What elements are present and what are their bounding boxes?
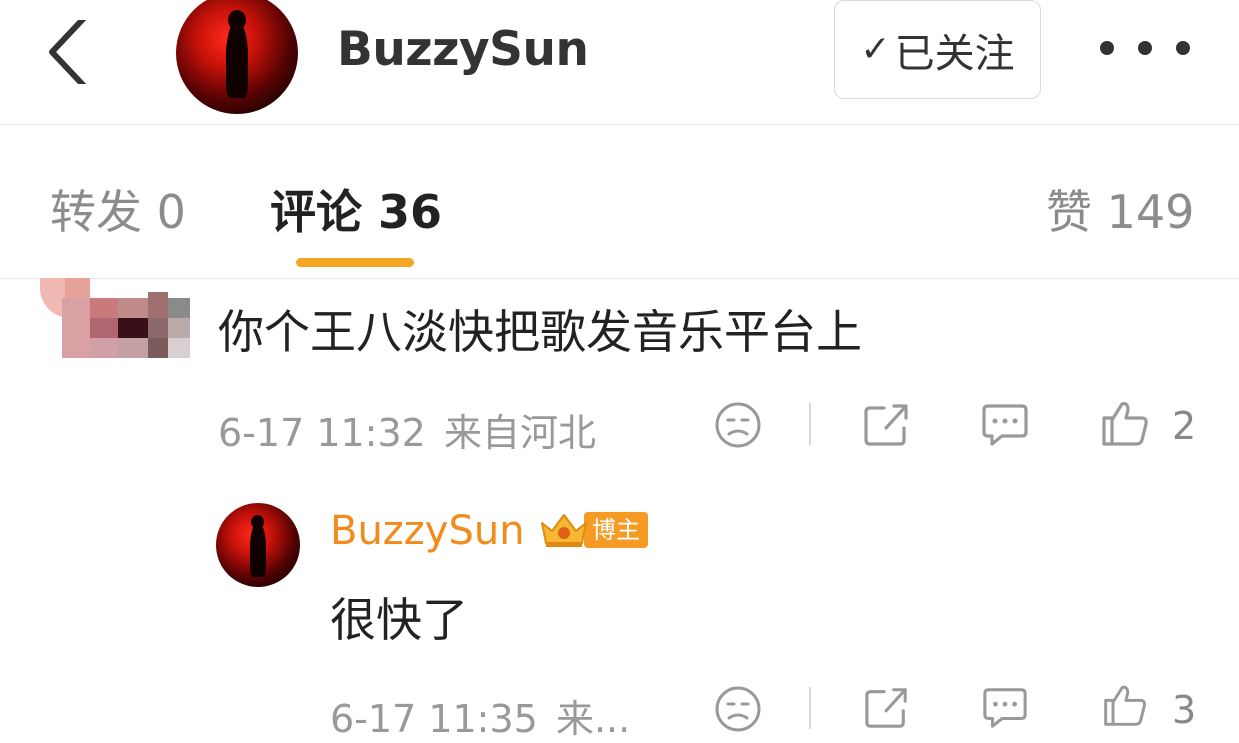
tab-reposts[interactable]: 转发 0 — [50, 176, 186, 242]
follow-label: 已关注 — [894, 30, 1015, 77]
tab-likes[interactable]: 赞 149 — [1046, 176, 1194, 242]
tab-comments[interactable]: 评论 36 — [270, 176, 442, 242]
reply-meta: 6-17 11:35 来... — [330, 688, 630, 743]
more-options-button[interactable] — [1100, 28, 1190, 68]
dislike-face-icon[interactable] — [713, 400, 763, 450]
comment-time: 6-17 11:32 — [218, 411, 426, 455]
comment-bubble-icon[interactable] — [980, 684, 1030, 730]
reply-time: 6-17 11:35 — [330, 697, 538, 741]
reply-author[interactable]: BuzzySun — [330, 508, 525, 554]
back-button[interactable] — [40, 15, 100, 89]
divider — [809, 687, 811, 729]
tab-bar: 转发 0 评论 36 赞 149 — [0, 126, 1239, 279]
dot-icon — [1100, 41, 1114, 55]
blogger-badge: 博主 — [538, 511, 648, 549]
comment-meta: 6-17 11:32 来自河北 — [218, 402, 596, 457]
comment-text: 你个王八淡快把歌发音乐平台上 — [218, 305, 862, 359]
follow-button[interactable]: ✓ 已关注 — [834, 0, 1041, 99]
share-icon[interactable] — [862, 684, 912, 730]
like-count: 2 — [1172, 404, 1197, 448]
divider — [809, 403, 811, 445]
share-icon[interactable] — [862, 400, 912, 448]
checkmark-icon: ✓ — [860, 29, 891, 70]
crown-icon — [541, 514, 587, 547]
reply-location: 来... — [555, 697, 631, 741]
dislike-face-icon[interactable] — [713, 684, 763, 734]
comment-location: 来自河北 — [443, 411, 596, 455]
reply-avatar[interactable] — [216, 503, 300, 587]
badge-label: 博主 — [584, 512, 648, 548]
thumbs-up-icon[interactable] — [1100, 398, 1150, 448]
top-bar: BuzzySun ✓ 已关注 — [0, 0, 1239, 125]
tab-indicator — [296, 258, 414, 267]
thumbs-up-icon[interactable] — [1100, 682, 1150, 728]
like-count: 3 — [1172, 688, 1197, 732]
dot-icon — [1138, 41, 1152, 55]
chevron-left-icon — [49, 15, 87, 89]
page-title: BuzzySun — [337, 22, 589, 77]
reply-text: 很快了 — [330, 593, 468, 647]
dot-icon — [1176, 41, 1190, 55]
avatar[interactable] — [176, 0, 298, 114]
commenter-avatar[interactable] — [40, 278, 190, 358]
comment-bubble-icon[interactable] — [980, 400, 1030, 448]
